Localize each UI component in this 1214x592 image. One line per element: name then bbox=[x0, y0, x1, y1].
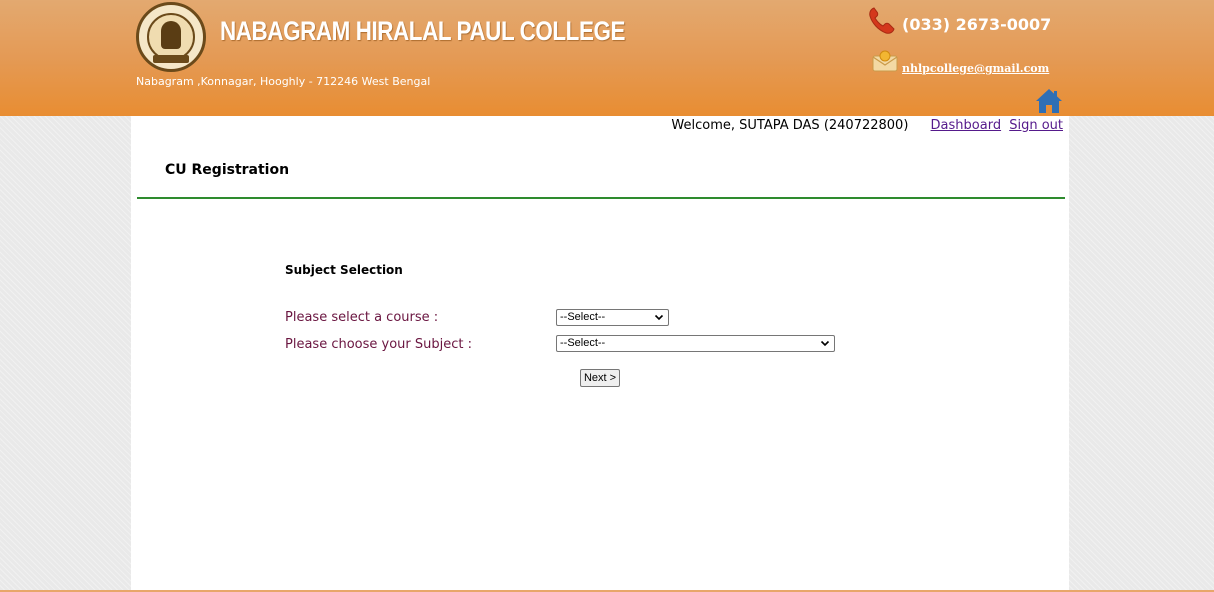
college-name: NABAGRAM HIRALAL PAUL COLLEGE bbox=[220, 16, 626, 46]
title-divider bbox=[137, 197, 1065, 199]
subject-select[interactable]: --Select-- bbox=[556, 335, 835, 352]
dashboard-link[interactable]: Dashboard bbox=[931, 118, 1002, 133]
chevron-down-icon bbox=[654, 314, 664, 321]
section-title: Subject Selection bbox=[285, 263, 403, 277]
next-button[interactable]: Next > bbox=[580, 369, 620, 387]
user-bar: Welcome, SUTAPA DAS (240722800) Dashboar… bbox=[671, 118, 1063, 133]
phone-number: (033) 2673-0007 bbox=[902, 15, 1052, 34]
course-select[interactable]: --Select-- bbox=[556, 309, 669, 326]
course-select-value: --Select-- bbox=[560, 311, 606, 323]
course-label: Please select a course : bbox=[285, 310, 439, 325]
main-content: Welcome, SUTAPA DAS (240722800) Dashboar… bbox=[131, 116, 1069, 590]
sign-out-link[interactable]: Sign out bbox=[1009, 118, 1063, 133]
email-link[interactable]: nhlpcollege@gmail.com bbox=[902, 62, 1049, 75]
welcome-text: Welcome, SUTAPA DAS (240722800) bbox=[671, 118, 909, 133]
subject-label: Please choose your Subject : bbox=[285, 337, 472, 352]
mail-icon bbox=[872, 50, 898, 72]
subject-select-value: --Select-- bbox=[560, 337, 606, 349]
college-address: Nabagram ,Konnagar, Hooghly - 712246 Wes… bbox=[136, 75, 431, 88]
site-header: NABAGRAM HIRALAL PAUL COLLEGE Nabagram ,… bbox=[0, 0, 1214, 116]
college-logo bbox=[136, 2, 206, 72]
phone-icon bbox=[869, 7, 895, 34]
home-icon[interactable] bbox=[1035, 88, 1063, 114]
logo-ribbon bbox=[153, 55, 189, 63]
chevron-down-icon bbox=[820, 340, 830, 347]
logo-figure bbox=[161, 21, 181, 49]
page-title: CU Registration bbox=[165, 162, 290, 178]
